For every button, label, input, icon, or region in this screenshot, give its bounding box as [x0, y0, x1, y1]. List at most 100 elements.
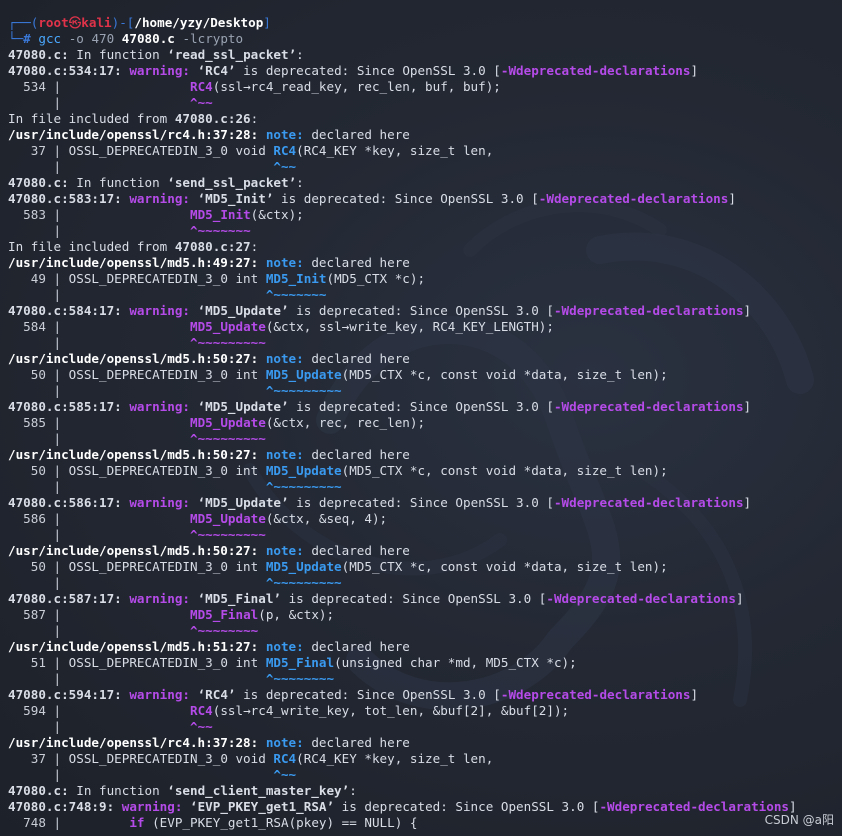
output-segment: 585 |	[8, 415, 69, 430]
output-segment	[69, 575, 266, 590]
output-segment: note:	[265, 127, 304, 142]
prompt-line-2[interactable]: └─# gcc -o 470 47080.c -lcrypto	[8, 31, 842, 47]
output-segment: note:	[265, 255, 304, 270]
output-segment: ]	[690, 63, 699, 78]
output-segment: RC4	[190, 79, 213, 94]
output-segment: ‘send_client_master_key’	[167, 783, 350, 798]
output-segment: 594 |	[8, 703, 69, 718]
output-line: 47080.c: In function ‘send_client_master…	[8, 783, 842, 799]
output-segment: RC4	[190, 703, 213, 718]
output-segment: 584 |	[8, 319, 69, 334]
output-segment: OSSL_DEPRECATEDIN_3_0 int	[68, 271, 266, 286]
output-line: | ^~~~~~~~	[8, 287, 842, 303]
output-segment: note:	[265, 639, 304, 654]
output-segment: (MD5_CTX *c);	[326, 271, 426, 286]
output-segment: ^~~	[190, 719, 213, 734]
output-segment: ]	[743, 495, 752, 510]
output-segment: 51 |	[8, 655, 69, 670]
output-segment: is deprecated: Since OpenSSL 3.0 [	[281, 591, 547, 606]
output-segment	[69, 479, 266, 494]
output-line: 586 | MD5_Update(&ctx, &seq, 4);	[8, 511, 842, 527]
output-segment: warning:	[121, 799, 183, 814]
output-segment	[258, 127, 266, 142]
output-segment: 47080.c:26	[174, 111, 251, 126]
output-line: 50 | OSSL_DEPRECATEDIN_3_0 int MD5_Updat…	[8, 367, 842, 383]
output-line: In file included from 47080.c:26:	[8, 111, 842, 127]
output-segment: declared here	[303, 543, 410, 558]
terminal-window[interactable]: ┌──(root㉿kali)-[/home/yzy/Desktop] └─# g…	[0, 0, 842, 836]
output-segment: 47080.c:594:17:	[8, 687, 122, 702]
output-segment: (&ctx, rec, rec_len);	[265, 415, 426, 430]
output-segment	[69, 287, 266, 302]
output-line: /usr/include/openssl/md5.h:50:27: note: …	[8, 543, 842, 559]
output-segment: -Wdeprecated-declarations	[500, 687, 691, 702]
output-segment: declared here	[303, 127, 410, 142]
output-segment: (p, &ctx);	[258, 607, 335, 622]
output-line: 50 | OSSL_DEPRECATEDIN_3_0 int MD5_Updat…	[8, 463, 842, 479]
output-line: | ^~~	[8, 767, 842, 783]
output-segment: warning:	[129, 687, 190, 702]
output-segment: 49 |	[8, 271, 69, 286]
output-segment: 47080.c:585:17:	[8, 399, 122, 414]
output-segment	[69, 703, 190, 718]
output-segment: warning:	[129, 303, 190, 318]
output-segment: :	[296, 47, 304, 62]
output-segment	[258, 447, 266, 462]
prompt-host: kali	[81, 15, 112, 30]
output-segment	[258, 351, 266, 366]
output-line: | ^~~~~~~~~~	[8, 479, 842, 495]
output-line: | ^~~~~~~~	[8, 223, 842, 239]
output-segment: 587 |	[8, 607, 69, 622]
output-segment: ^~~~~~~~~	[190, 623, 259, 638]
output-segment: ‘MD5_Init’	[197, 191, 274, 206]
output-line: | ^~~~~~~~~~	[8, 527, 842, 543]
output-segment: ]	[743, 303, 752, 318]
output-segment: (RC4_KEY *key, size_t len,	[296, 143, 494, 158]
output-segment: declared here	[303, 351, 410, 366]
output-segment: ^~~~~~~~~~	[190, 335, 266, 350]
output-segment: (MD5_CTX *c, const void *data, size_t le…	[341, 559, 668, 574]
output-line: 584 | MD5_Update(&ctx, ssl→write_key, RC…	[8, 319, 842, 335]
output-segment	[258, 735, 266, 750]
output-segment: ^~~~~~~~~~	[265, 575, 342, 590]
output-segment: 47080.c:	[8, 783, 69, 798]
output-segment: MD5_Update	[190, 415, 266, 430]
output-segment: is deprecated: Since OpenSSL 3.0 [	[273, 191, 539, 206]
output-line: 587 | MD5_Final(p, &ctx);	[8, 607, 842, 623]
output-segment: note:	[265, 543, 304, 558]
output-segment: OSSL_DEPRECATEDIN_3_0 int	[68, 463, 266, 478]
output-segment: /usr/include/openssl/md5.h:49:27:	[8, 255, 259, 270]
output-segment: |	[8, 287, 69, 302]
output-segment: (ssl→rc4_read_key, rec_len, buf, buf);	[212, 79, 501, 94]
output-segment: warning:	[129, 495, 190, 510]
output-segment: 47080.c:534:17:	[8, 63, 122, 78]
output-segment	[69, 159, 274, 174]
output-segment: :	[250, 111, 259, 126]
output-segment: 534 |	[8, 79, 69, 94]
output-segment: 47080.c:	[8, 175, 69, 190]
output-segment: ‘MD5_Update’	[197, 495, 289, 510]
output-segment: ^~~~~~~~~~	[265, 479, 342, 494]
output-segment: 50 |	[8, 463, 69, 478]
output-segment: ^~~~~~~~~~	[190, 431, 266, 446]
output-segment: warning:	[129, 399, 190, 414]
output-line: 534 | RC4(ssl→rc4_read_key, rec_len, buf…	[8, 79, 842, 95]
output-segment	[69, 383, 266, 398]
output-segment	[190, 63, 198, 78]
output-segment: if	[129, 815, 145, 830]
kali-skull-icon: ㉿	[68, 15, 82, 30]
output-segment	[69, 527, 190, 542]
output-segment: In file included from	[8, 111, 175, 126]
output-segment: MD5_Update	[265, 559, 342, 574]
output-line: 47080.c:587:17: warning: ‘MD5_Final’ is …	[8, 591, 842, 607]
output-segment: |	[8, 383, 69, 398]
output-segment: is deprecated: Since OpenSSL 3.0 [	[235, 687, 501, 702]
output-segment: is deprecated: Since OpenSSL 3.0 [	[288, 303, 554, 318]
output-segment: note:	[265, 447, 304, 462]
output-segment: MD5_Final	[190, 607, 259, 622]
output-segment: -Wdeprecated-declarations	[500, 63, 691, 78]
output-segment: In function	[68, 783, 168, 798]
output-segment: (RC4_KEY *key, size_t len,	[296, 751, 494, 766]
output-segment: is deprecated: Since OpenSSL 3.0 [	[235, 63, 501, 78]
command-args: -o 470	[61, 31, 122, 46]
